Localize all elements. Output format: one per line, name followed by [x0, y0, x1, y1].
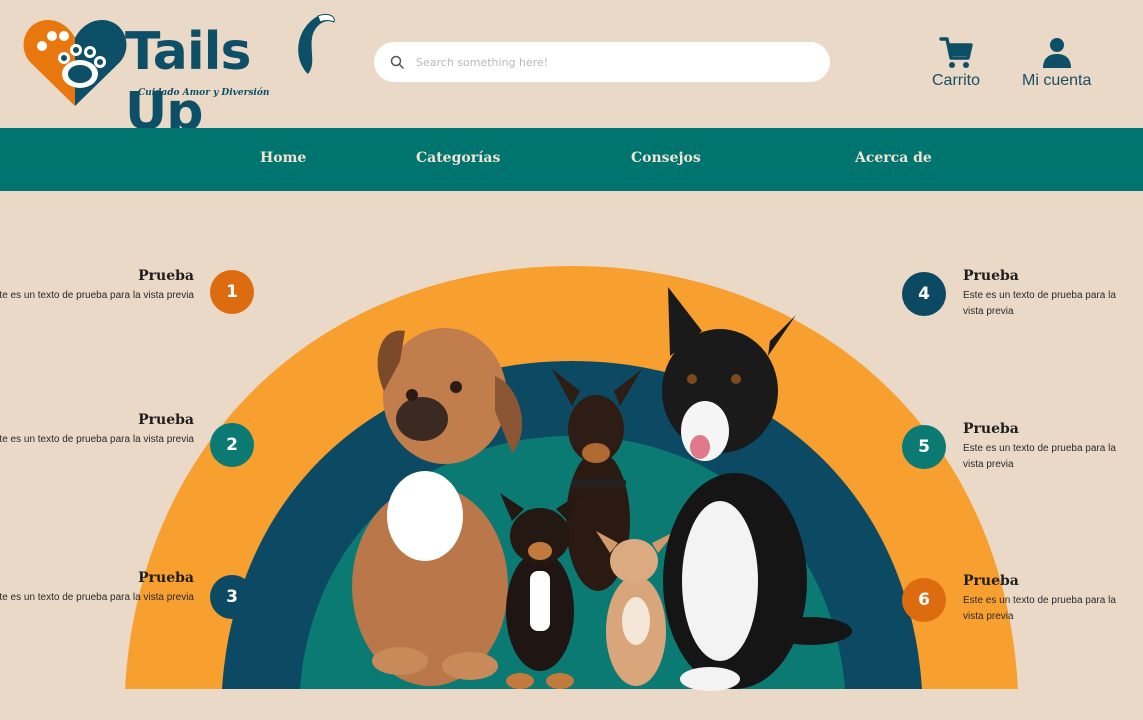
- feature-item-1: Prueba Este es un texto de prueba para l…: [0, 268, 194, 304]
- feature-number-3: 3: [210, 575, 254, 619]
- account-label: Mi cuenta: [1022, 72, 1092, 89]
- feature-item-6: Prueba Este es un texto de prueba para l…: [963, 573, 1138, 625]
- feature-number-6: 6: [902, 578, 946, 622]
- feature-number-4: 4: [902, 272, 946, 316]
- search-icon: [390, 55, 404, 69]
- feature-title: Prueba: [963, 573, 1019, 589]
- nav-item-consejos[interactable]: Consejos: [631, 150, 701, 166]
- heart-paw-icon: [23, 20, 127, 106]
- feature-text: Este es un texto de prueba para la vista…: [963, 443, 1116, 470]
- feature-title: Prueba: [963, 421, 1019, 437]
- cart-button[interactable]: Carrito: [932, 34, 980, 90]
- nav-item-acerca-de[interactable]: Acerca de: [855, 150, 932, 166]
- feature-number-2: 2: [210, 423, 254, 467]
- cart-label: Carrito: [932, 72, 981, 89]
- feature-title: Prueba: [138, 412, 194, 428]
- feature-title: Prueba: [138, 268, 194, 284]
- search-input[interactable]: [416, 55, 796, 69]
- brand-tagline: Cuidado Amor y Diversión: [138, 88, 270, 98]
- feature-text: Este es un texto de prueba para la vista…: [0, 434, 194, 445]
- cart-icon: [939, 37, 973, 68]
- feature-text: Este es un texto de prueba para la vista…: [0, 290, 194, 301]
- main-nav: Home Categorías Consejos Acerca de: [0, 128, 1143, 191]
- feature-item-2: Prueba Este es un texto de prueba para l…: [0, 412, 194, 448]
- tail-icon: [298, 13, 335, 74]
- nav-item-home[interactable]: Home: [260, 150, 306, 166]
- feature-text: Este es un texto de prueba para la vista…: [963, 595, 1116, 622]
- feature-text: Este es un texto de prueba para la vista…: [0, 592, 194, 603]
- feature-text: Este es un texto de prueba para la vista…: [963, 290, 1116, 317]
- feature-number-5: 5: [902, 425, 946, 469]
- feature-title: Prueba: [138, 570, 194, 586]
- account-button[interactable]: Mi cuenta: [1022, 34, 1091, 90]
- nav-item-categorias[interactable]: Categorías: [416, 150, 500, 166]
- main-content: Prueba Este es un texto de prueba para l…: [0, 191, 1143, 720]
- logo[interactable]: Tails Up Cuidado Amor y Diversión: [20, 8, 340, 142]
- feature-item-5: Prueba Este es un texto de prueba para l…: [963, 421, 1138, 473]
- feature-number-1: 1: [210, 270, 254, 314]
- search-bar[interactable]: [374, 42, 830, 82]
- user-icon: [1042, 38, 1071, 68]
- feature-title: Prueba: [963, 268, 1019, 284]
- feature-item-4: Prueba Este es un texto de prueba para l…: [963, 268, 1138, 320]
- feature-item-3: Prueba Este es un texto de prueba para l…: [0, 570, 194, 606]
- header: Tails Up Cuidado Amor y Diversión Carrit…: [0, 0, 1143, 142]
